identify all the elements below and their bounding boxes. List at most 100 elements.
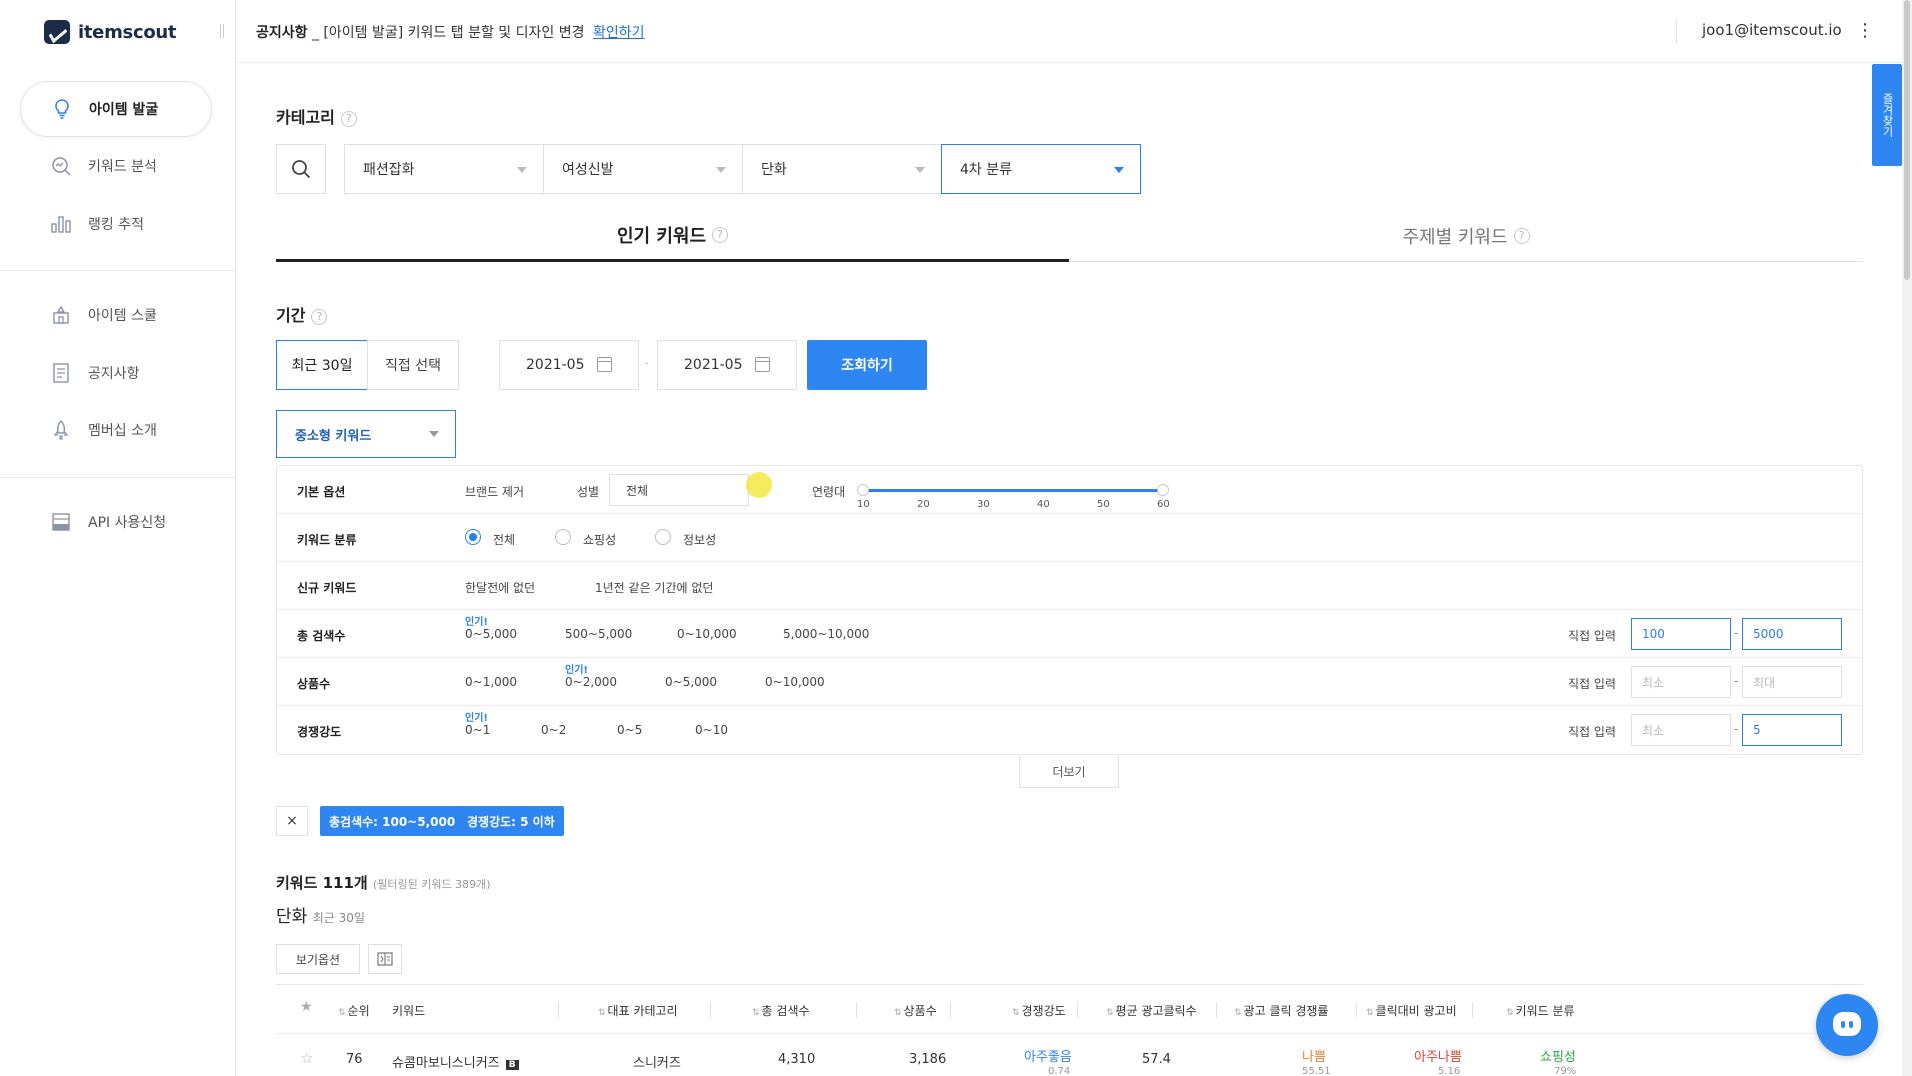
clear-chips-button[interactable]: × xyxy=(276,806,308,836)
results-period: 최근 30일 xyxy=(312,911,365,925)
total-search-min-input[interactable]: 100 xyxy=(1631,618,1731,650)
th-label: 클릭대비 광고비 xyxy=(1375,1004,1457,1018)
th-avg-clicks[interactable]: ⇅ 평균 광고클릭수 xyxy=(1106,1002,1197,1019)
end-date-input[interactable]: 2021-05 xyxy=(657,340,797,390)
th-category[interactable]: ⇅ 대표 카테고리 xyxy=(598,1002,678,1019)
range-option[interactable]: 0~1 xyxy=(465,723,490,737)
products-max-input[interactable]: 최대 xyxy=(1742,666,1842,698)
sidebar-item-item-discovery[interactable]: 아이템 발굴 xyxy=(20,81,212,137)
more-filters-button[interactable]: 더보기 xyxy=(1019,756,1119,788)
gender-select[interactable]: 전체 xyxy=(609,474,749,506)
sidebar-item-label: API 사용신청 xyxy=(88,515,167,531)
radio-info[interactable] xyxy=(655,529,671,545)
th-label: 대표 카테고리 xyxy=(607,1004,678,1018)
help-icon[interactable]: ? xyxy=(1513,227,1530,244)
category-select-2[interactable]: 여성신발 xyxy=(543,144,743,194)
range-option[interactable]: 0~10 xyxy=(695,723,728,737)
more-menu-icon[interactable]: ⋮ xyxy=(1856,20,1874,41)
sidebar-item-label: 아이템 스쿨 xyxy=(88,308,157,324)
th-competition[interactable]: ⇅ 경쟁강도 xyxy=(1012,1002,1066,1019)
help-icon[interactable]: ? xyxy=(712,226,729,243)
category-search-button[interactable] xyxy=(276,144,326,194)
total-search-max-input[interactable]: 5000 xyxy=(1742,618,1842,650)
th-products[interactable]: ⇅ 상품수 xyxy=(894,1002,937,1019)
column-divider xyxy=(950,1002,951,1018)
sidebar-item-item-school[interactable]: 아이템 스쿨 xyxy=(20,287,212,343)
th-click-comp[interactable]: ⇅ 광고 클릭 경쟁률 xyxy=(1234,1002,1328,1019)
category-select-3[interactable]: 단화 xyxy=(742,144,942,194)
itemscout-logo-icon xyxy=(44,20,70,44)
start-date-input[interactable]: 2021-05 xyxy=(499,340,639,390)
category-select-1[interactable]: 패션잡화 xyxy=(344,144,544,194)
competition-max-input[interactable]: 5 xyxy=(1742,714,1842,746)
period-title-text: 기간 xyxy=(276,306,306,325)
row-kind-sub: 79% xyxy=(1554,1066,1577,1076)
bookmark-side-tab[interactable]: 즐겨찾기 xyxy=(1872,64,1902,166)
range-option[interactable]: 0~5,000 xyxy=(465,627,517,641)
chat-button[interactable] xyxy=(1816,994,1878,1056)
range-option[interactable]: 0~5,000 xyxy=(665,675,717,689)
tab-topic-keywords[interactable]: 주제별 키워드? xyxy=(1069,210,1863,262)
filter-row-products: 상품수 인기! 0~1,000 0~2,000 0~5,000 0~10,000… xyxy=(277,658,1862,706)
scrollbar-thumb[interactable] xyxy=(1904,0,1910,280)
excel-export-button[interactable] xyxy=(368,944,402,974)
age-slider-max-handle[interactable] xyxy=(1157,484,1169,496)
range-option[interactable]: 0~10,000 xyxy=(765,675,825,689)
competition-min-input[interactable]: 최소 xyxy=(1631,714,1731,746)
help-icon[interactable]: ? xyxy=(340,110,357,127)
radio-shopping[interactable] xyxy=(555,529,571,545)
range-option[interactable]: 5,000~10,000 xyxy=(783,627,869,641)
sidebar-item-api[interactable]: API 사용신청 xyxy=(20,494,212,550)
sidebar-item-ranking[interactable]: 랭킹 추적 xyxy=(20,196,212,252)
period-recent-30-button[interactable]: 최근 30일 xyxy=(276,340,368,390)
range-option[interactable]: 500~5,000 xyxy=(565,627,632,641)
sidebar-item-label: 키워드 분석 xyxy=(88,159,157,175)
th-label: 평균 광고클릭수 xyxy=(1115,1004,1197,1018)
star-header-icon[interactable]: ★ xyxy=(300,999,313,1015)
range-option[interactable]: 0~5 xyxy=(617,723,642,737)
range-option[interactable]: 0~2,000 xyxy=(565,675,617,689)
filter-chip-total-search[interactable]: 총검색수: 100~5,000 xyxy=(320,806,465,836)
range-option[interactable]: 0~2 xyxy=(541,723,566,737)
page-scrollbar[interactable] xyxy=(1902,0,1912,1076)
document-icon xyxy=(50,362,72,384)
th-keyword[interactable]: 키워드 xyxy=(392,1002,425,1019)
sidebar-collapse-handle[interactable] xyxy=(220,24,224,38)
view-options-button[interactable]: 보기옵션 xyxy=(276,944,360,974)
notice-link[interactable]: 확인하기 xyxy=(593,25,645,41)
row-competition-sub: 0.74 xyxy=(1048,1066,1071,1076)
range-option[interactable]: 0~1,000 xyxy=(465,675,517,689)
th-rank[interactable]: ⇅ 순위 xyxy=(338,1002,370,1019)
category-select-4[interactable]: 4차 분류 xyxy=(941,144,1141,194)
th-total-search[interactable]: ⇅ 총 검색수 xyxy=(752,1002,810,1019)
row-keyword[interactable]: 슈콤마보니스니커즈 B xyxy=(392,1052,519,1071)
new-keyword-option[interactable]: 한달전에 없던 xyxy=(465,579,535,596)
search-submit-button[interactable]: 조회하기 xyxy=(807,340,927,390)
help-icon[interactable]: ? xyxy=(311,308,328,325)
bookmark-side-tab-label: 즐겨찾기 xyxy=(1881,93,1894,137)
th-kind[interactable]: ⇅ 키워드 분류 xyxy=(1506,1002,1575,1019)
age-slider-min-handle[interactable] xyxy=(857,484,869,496)
sidebar-item-keyword-analysis[interactable]: 키워드 분석 xyxy=(20,138,212,194)
star-icon[interactable]: ☆ xyxy=(300,1049,313,1067)
products-min-input[interactable]: 최소 xyxy=(1631,666,1731,698)
range-dash: - xyxy=(1734,722,1739,736)
th-cost[interactable]: ⇅ 클릭대비 광고비 xyxy=(1366,1002,1457,1019)
tab-popular-keywords[interactable]: 인기 키워드? xyxy=(276,210,1069,262)
brand-remove-option[interactable]: 브랜드 제거 xyxy=(465,483,524,500)
period-custom-button[interactable]: 직접 선택 xyxy=(367,340,459,390)
popular-badge: 인기! xyxy=(465,713,488,724)
table-row[interactable]: ☆ 76 슈콤마보니스니커즈 B 스니커즈 4,310 3,186 아주좋음 0… xyxy=(276,1034,1863,1076)
age-slider-track[interactable] xyxy=(862,489,1162,492)
chevron-down-icon xyxy=(1114,167,1124,173)
user-email[interactable]: joo1@itemscout.io xyxy=(1702,21,1842,39)
new-keyword-option[interactable]: 1년전 같은 기간에 없던 xyxy=(595,579,713,596)
category-select-value: 여성신발 xyxy=(562,162,614,178)
keyword-type-select[interactable]: 중소형 키워드 xyxy=(276,410,456,458)
filter-chip-competition[interactable]: 경쟁강도: 5 이하 xyxy=(458,806,564,836)
sidebar-item-notice[interactable]: 공지사항 xyxy=(20,345,212,401)
logo[interactable]: itemscout xyxy=(44,20,177,44)
sidebar-item-membership[interactable]: 멤버십 소개 xyxy=(20,402,212,458)
range-option[interactable]: 0~10,000 xyxy=(677,627,737,641)
radio-all[interactable] xyxy=(465,529,481,545)
